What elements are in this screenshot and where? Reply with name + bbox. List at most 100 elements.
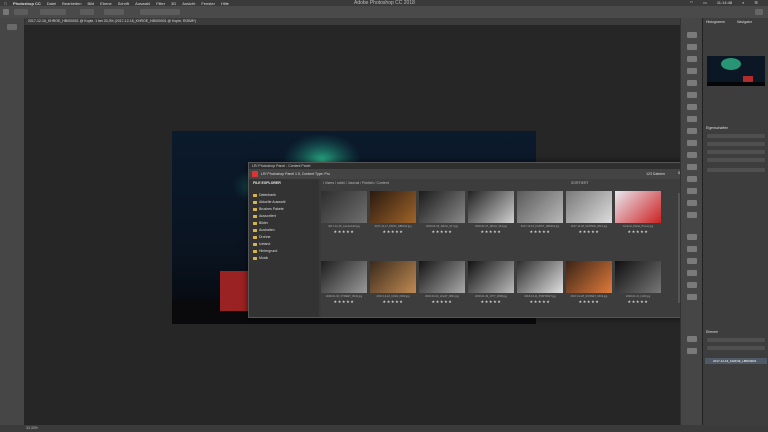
tab-navigator[interactable]: Navigator <box>737 20 752 24</box>
folder-item[interactable]: Drohne <box>253 235 270 239</box>
star-rating[interactable]: ★★★★★ <box>321 299 367 304</box>
zoom-level[interactable]: 33,33% <box>26 426 38 430</box>
battery-icon[interactable]: ▭ <box>703 0 707 5</box>
thumbnail-image[interactable] <box>517 261 563 293</box>
thumbnail[interactable]: 2017-12-20_WINTER_0012.jpg ★★★★★ <box>566 191 612 237</box>
folder-item[interactable]: Bilder <box>253 221 268 225</box>
thumbnail[interactable]: 2017-12-17_PANO_HB0012.jpg ★★★★★ <box>370 191 416 237</box>
menu-item-datei[interactable]: Datei <box>47 1 56 6</box>
panel-toggle-icon[interactable] <box>687 246 697 252</box>
panel-toggle-icon[interactable] <box>687 104 697 110</box>
thumbnail-image[interactable] <box>321 261 367 293</box>
panel-toggle-icon[interactable] <box>687 56 697 62</box>
thumbnail-image[interactable] <box>370 191 416 223</box>
panel-toggle-icon[interactable] <box>687 258 697 264</box>
thumbnail-image[interactable] <box>517 191 563 223</box>
clock[interactable]: 11:14:48 <box>717 0 732 5</box>
panel-toggle-icon[interactable] <box>687 68 697 74</box>
option-field-1[interactable] <box>40 9 66 15</box>
folder-item[interactable]: Aussortiert <box>253 214 276 218</box>
star-rating[interactable]: ★★★★★ <box>566 229 612 234</box>
panel-toggle-icon[interactable] <box>687 200 697 206</box>
star-rating[interactable]: ★★★★★ <box>517 299 563 304</box>
thumbnail[interactable]: Content_Panel_Promo.jpg ★★★★★ <box>615 191 661 237</box>
thumbnail-image[interactable] <box>468 261 514 293</box>
navigator-preview[interactable] <box>707 56 765 86</box>
thumbnail[interactable]: 2017-12-28_SUNSET_0019.jpg ★★★★★ <box>566 261 612 307</box>
star-rating[interactable]: ★★★★★ <box>468 299 514 304</box>
option-field-3[interactable] <box>104 9 124 15</box>
thumbnail-image[interactable] <box>566 191 612 223</box>
folder-item[interactable]: Musik <box>253 256 268 260</box>
thumbnail-image[interactable] <box>370 261 416 293</box>
menu-item-bearbeiten[interactable]: Bearbeiten <box>62 1 81 6</box>
thumbnail[interactable]: 2018-01-02_STREET_0042.jpg ★★★★★ <box>321 261 367 307</box>
star-rating[interactable]: ★★★★★ <box>370 229 416 234</box>
star-rating[interactable]: ★★★★★ <box>517 229 563 234</box>
menu-item-schrift[interactable]: Schrift <box>118 1 129 6</box>
panel-toggle-icon[interactable] <box>687 348 697 354</box>
menu-item-ansicht[interactable]: Ansicht <box>182 1 195 6</box>
star-rating[interactable]: ★★★★★ <box>468 229 514 234</box>
folder-item[interactable]: Iceland <box>253 242 270 246</box>
option-button[interactable] <box>140 9 180 15</box>
breadcrumb[interactable]: / Users / robbi / Journal / Publish / Co… <box>323 181 389 185</box>
apple-icon[interactable]:  <box>4 1 7 6</box>
thumbnail[interactable]: 2018-01-04_LIGHT_0021.jpg ★★★★★ <box>419 261 465 307</box>
thumbnail-image[interactable] <box>468 191 514 223</box>
panel-toggle-icon[interactable] <box>687 44 697 50</box>
star-rating[interactable]: ★★★★★ <box>370 299 416 304</box>
star-rating[interactable]: ★★★★★ <box>419 299 465 304</box>
sort-label[interactable]: SORTIERT <box>571 181 589 185</box>
folder-item[interactable]: Aktuelle Auswahl <box>253 200 285 204</box>
panel-toggle-icon[interactable] <box>687 140 697 146</box>
thumbnail[interactable]: 2017-12-16_Landschaft.jpg ★★★★★ <box>321 191 367 237</box>
move-tool-icon[interactable] <box>7 24 17 30</box>
star-rating[interactable]: ★★★★★ <box>615 299 661 304</box>
thumbnail[interactable]: 2018-01-09_CITY_0008.jpg ★★★★★ <box>468 261 514 307</box>
panel-toggle-icon[interactable] <box>687 294 697 300</box>
star-rating[interactable]: ★★★★★ <box>321 229 367 234</box>
document-tab[interactable]: 2017-12-16_KHROE_HB000001 @ Kopie, 1 bei… <box>28 19 196 23</box>
thumbnail[interactable]: 2018-01-07_ARCH_044.jpg ★★★★★ <box>468 191 514 237</box>
thumbnail[interactable]: 2018-01-12_CAR.jpg ★★★★★ <box>615 261 661 307</box>
thumbnail-image[interactable] <box>615 261 661 293</box>
star-rating[interactable]: ★★★★★ <box>566 299 612 304</box>
panel-toggle-icon[interactable] <box>687 128 697 134</box>
thumbnail[interactable]: 2017-12-22_CAVE_0033.jpg ★★★★★ <box>370 261 416 307</box>
panel-toggle-icon[interactable] <box>687 32 697 38</box>
panel-toggle-icon[interactable] <box>687 116 697 122</box>
panel-toggle-icon[interactable] <box>687 164 697 170</box>
thumbnail[interactable]: 2018-01-05_ARCH_017.jpg ★★★★★ <box>419 191 465 237</box>
thumbnail-image[interactable] <box>615 191 661 223</box>
folder-item[interactable]: Brushes Pakete <box>253 207 284 211</box>
thumbnail-image[interactable] <box>566 261 612 293</box>
menu-item-filter[interactable]: Filter <box>156 1 165 6</box>
panel-toggle-icon[interactable] <box>687 234 697 240</box>
tool-preset-picker[interactable] <box>14 9 28 15</box>
option-field-2[interactable] <box>80 9 94 15</box>
star-rating[interactable]: ★★★★★ <box>419 229 465 234</box>
menu-item-fenster[interactable]: Fenster <box>201 1 215 6</box>
home-icon[interactable] <box>3 9 9 15</box>
panel-toggle-icon[interactable] <box>687 92 697 98</box>
star-rating[interactable]: ★★★★★ <box>615 229 661 234</box>
tab-properties[interactable]: Eigenschaften <box>706 126 728 130</box>
menu-icon[interactable]: ☰ <box>754 0 758 5</box>
wifi-icon[interactable]: ◠ <box>690 0 694 5</box>
thumbnail[interactable]: 2017-12-19_FORST_HB0031.jpg ★★★★★ <box>517 191 563 237</box>
menu-item-app[interactable]: Photoshop CC <box>13 1 41 6</box>
thumbnail-image[interactable] <box>419 261 465 293</box>
menu-item-bild[interactable]: Bild <box>87 1 94 6</box>
menu-item-hilfe[interactable]: Hilfe <box>221 1 229 6</box>
panel-toggle-icon[interactable] <box>687 212 697 218</box>
menu-item-3d[interactable]: 3D <box>171 1 176 6</box>
panel-toggle-icon[interactable] <box>687 282 697 288</box>
panel-toggle-icon[interactable] <box>687 80 697 86</box>
thumbnail-image[interactable] <box>321 191 367 223</box>
content-panel-window[interactable]: LR/ Photoshop Panel - Content Panel × LR… <box>248 162 686 318</box>
menu-item-ebene[interactable]: Ebene <box>100 1 112 6</box>
tab-histogram[interactable]: Histogramm <box>706 20 725 24</box>
menu-item-auswahl[interactable]: Auswahl <box>135 1 150 6</box>
panel-toggle-icon[interactable] <box>687 336 697 342</box>
